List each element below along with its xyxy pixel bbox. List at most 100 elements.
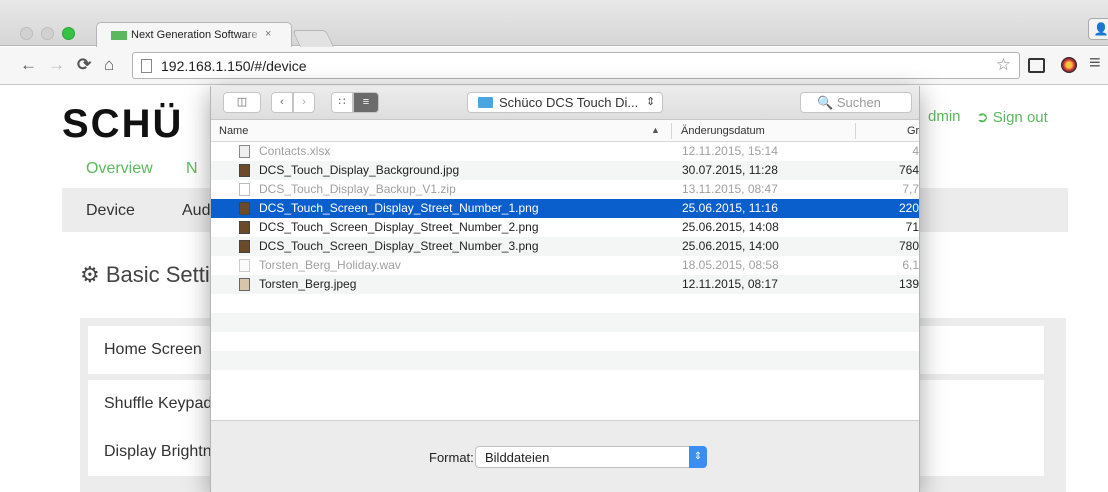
format-label: Format: (429, 450, 474, 465)
location-label: Schüco DCS Touch Di... (499, 95, 639, 110)
file-open-dialog: ◫ ‹ › ∷ ≡ Schüco DCS Touch Di... ⇕ 🔍 Suc… (210, 86, 920, 492)
file-date: 30.07.2015, 11:28 (682, 163, 778, 177)
file-size: 7,7 (902, 182, 919, 196)
file-list: Contacts.xlsx 12.11.2015, 15:14 4 DCS_Touch… (211, 142, 919, 390)
file-row: Contacts.xlsx 12.11.2015, 15:14 4 (211, 142, 919, 161)
file-date: 12.11.2015, 08:17 (682, 277, 778, 291)
tab-bar: Next Generation Software × 👤 (0, 0, 1108, 47)
file-date: 25.06.2015, 14:00 (682, 239, 779, 253)
minimize-window-button[interactable] (41, 27, 54, 40)
back-icon[interactable]: ← (20, 55, 37, 75)
format-value: Bilddateien (485, 450, 550, 465)
site-logo[interactable]: SCHÜ (62, 102, 183, 147)
file-size: 4 (912, 144, 919, 158)
image-icon (239, 240, 250, 253)
forward-icon[interactable]: → (48, 55, 65, 75)
close-window-button[interactable] (20, 27, 33, 40)
subnav-device[interactable]: Device (86, 202, 135, 220)
new-tab-button[interactable] (292, 30, 334, 47)
file-name: Contacts.xlsx (259, 144, 331, 158)
dialog-back-icon[interactable]: ‹ (271, 92, 293, 113)
audio-icon (239, 259, 250, 272)
search-placeholder: 🔍 Suchen (817, 95, 881, 110)
image-icon (239, 164, 250, 177)
browser-toolbar: ← → ⟳ ⌂ 192.168.1.150/#/device ☆ ≡ (0, 47, 1108, 85)
address-bar[interactable]: 192.168.1.150/#/device ☆ (132, 52, 1020, 79)
image-icon (239, 278, 250, 291)
column-date[interactable]: Änderungsdatum (681, 125, 765, 137)
column-header: Name ▲ Änderungsdatum Gr (211, 120, 919, 142)
dialog-forward-icon[interactable]: › (293, 92, 315, 113)
search-input[interactable]: 🔍 Suchen (800, 92, 912, 113)
reload-icon[interactable]: ⟳ (77, 55, 91, 75)
settings-row-label: Home Screen (104, 341, 202, 358)
file-row: DCS_Touch_Display_Backup_V1.zip 13.11.201… (211, 180, 919, 199)
file-row: Torsten_Berg_Holiday.wav 18.05.2015, 08:5… (211, 256, 919, 275)
menu-icon[interactable]: ≡ (1089, 52, 1101, 75)
settings-row-label: Display Brightn (104, 443, 212, 460)
file-row[interactable]: DCS_Touch_Screen_Display_Street_Number_2… (211, 218, 919, 237)
file-date: 25.06.2015, 14:08 (682, 220, 779, 234)
file-name: Torsten_Berg_Holiday.wav (259, 258, 401, 272)
cast-icon[interactable] (1028, 58, 1045, 73)
profile-icon[interactable]: 👤 (1088, 18, 1108, 40)
tab-title: Next Generation Software (131, 29, 263, 41)
sort-ascending-icon[interactable]: ▲ (651, 125, 660, 135)
spreadsheet-icon (239, 145, 250, 158)
file-date: 12.11.2015, 15:14 (682, 144, 778, 158)
sign-out-link[interactable]: ➲ Sign out (976, 108, 1048, 126)
file-date: 25.06.2015, 11:16 (682, 201, 778, 215)
list-view-icon[interactable]: ≡ (353, 92, 379, 113)
browser-window: Next Generation Software × 👤 ← → ⟳ ⌂ 192… (0, 0, 1108, 492)
empty-row (211, 351, 919, 370)
column-name[interactable]: Name (219, 125, 248, 137)
bookmark-star-icon[interactable]: ☆ (996, 55, 1011, 75)
page-icon (141, 59, 152, 73)
column-size[interactable]: Gr (907, 125, 919, 137)
admin-link[interactable]: dmin (928, 108, 961, 125)
chevron-updown-icon: ⇕ (646, 96, 656, 108)
location-dropdown[interactable]: Schüco DCS Touch Di... ⇕ (467, 92, 663, 113)
nav-overview[interactable]: Overview (86, 160, 153, 178)
section-title-text: Basic Settir (105, 262, 218, 287)
file-name: DCS_Touch_Display_Background.jpg (259, 163, 460, 177)
sign-out-label: Sign out (992, 109, 1048, 126)
empty-row (211, 370, 919, 389)
sidebar-toggle-icon[interactable]: ◫ (223, 92, 261, 113)
image-icon (239, 221, 250, 234)
file-size: 220 (898, 201, 919, 215)
tab-close-icon[interactable]: × (265, 28, 271, 40)
maximize-window-button[interactable] (62, 27, 75, 40)
format-select[interactable]: Bilddateien ⇕ (475, 446, 707, 468)
file-name: DCS_Touch_Screen_Display_Street_Number_1… (259, 201, 539, 215)
home-icon[interactable]: ⌂ (104, 55, 114, 75)
file-name: DCS_Touch_Screen_Display_Street_Number_3… (259, 239, 539, 253)
dialog-toolbar: ◫ ‹ › ∷ ≡ Schüco DCS Touch Di... ⇕ 🔍 Suc… (211, 86, 919, 120)
file-row[interactable]: Torsten_Berg.jpeg 12.11.2015, 08:17 139 (211, 275, 919, 294)
icon-view-icon[interactable]: ∷ (331, 92, 353, 113)
file-row[interactable]: DCS_Touch_Display_Background.jpg 30.07.20… (211, 161, 919, 180)
empty-row (211, 332, 919, 351)
site-favicon-icon (111, 31, 127, 40)
extension-icon[interactable] (1061, 57, 1077, 73)
url-text[interactable]: 192.168.1.150/#/device (161, 58, 307, 74)
file-size: 71 (905, 220, 919, 234)
search-placeholder-text: Suchen (836, 95, 881, 110)
file-size: 780 (898, 239, 919, 253)
dialog-footer: Format: Bilddateien ⇕ (211, 420, 919, 492)
file-row[interactable]: DCS_Touch_Screen_Display_Street_Number_3… (211, 237, 919, 256)
column-divider[interactable] (855, 123, 856, 139)
empty-row (211, 313, 919, 332)
folder-icon (478, 97, 493, 108)
file-row[interactable]: DCS_Touch_Screen_Display_Street_Number_1… (211, 199, 919, 218)
nav-item-n[interactable]: N (186, 160, 198, 178)
chevron-updown-icon: ⇕ (689, 446, 707, 468)
file-size: 6,1 (902, 258, 919, 272)
column-divider[interactable] (671, 123, 672, 139)
settings-row-label: Shuffle Keypad (104, 395, 213, 412)
browser-tab[interactable]: Next Generation Software × (96, 22, 292, 47)
file-size: 764 (898, 163, 919, 177)
section-title: ⚙ Basic Settir (80, 262, 218, 287)
zip-icon (239, 183, 250, 196)
subnav-audio[interactable]: Aud (182, 202, 210, 220)
